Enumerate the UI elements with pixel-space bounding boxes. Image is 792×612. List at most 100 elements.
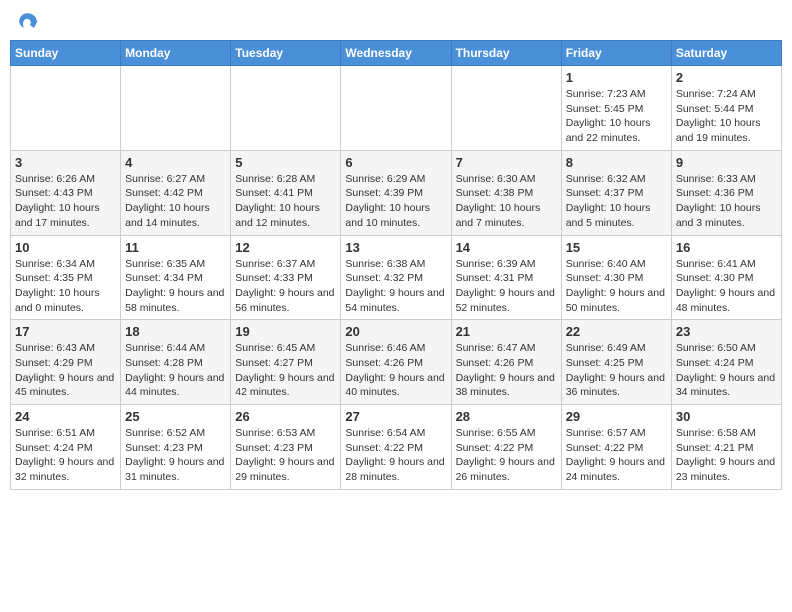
day-info: Sunrise: 6:41 AM Sunset: 4:30 PM Dayligh…	[676, 257, 777, 316]
calendar-cell: 29 Sunrise: 6:57 AM Sunset: 4:22 PM Dayli…	[561, 405, 671, 490]
calendar-table: SundayMondayTuesdayWednesdayThursdayFrid…	[10, 40, 782, 490]
calendar-cell: 20Sunrise: 6:46 AM Sunset: 4:26 PM Dayli…	[341, 320, 451, 405]
calendar-cell: 9 Sunrise: 6:33 AM Sunset: 4:36 PM Daylig…	[671, 150, 781, 235]
day-number: 29	[566, 409, 667, 424]
day-info: Sunrise: 6:37 AM Sunset: 4:33 PM Dayligh…	[235, 257, 336, 316]
day-info: Sunrise: 6:57 AM Sunset: 4:22 PM Dayligh…	[566, 426, 667, 485]
day-number: 26	[235, 409, 336, 424]
day-number: 30	[676, 409, 777, 424]
day-number: 2	[676, 70, 777, 85]
day-number: 8	[566, 155, 667, 170]
calendar-header-saturday: Saturday	[671, 41, 781, 66]
day-number: 6	[345, 155, 446, 170]
day-info: Sunrise: 6:45 AM Sunset: 4:27 PM Dayligh…	[235, 341, 336, 400]
calendar-cell: 14 Sunrise: 6:39 AM Sunset: 4:31 PM Dayli…	[451, 235, 561, 320]
day-number: 10	[15, 240, 116, 255]
day-number: 24	[15, 409, 116, 424]
day-info: Sunrise: 6:26 AM Sunset: 4:43 PM Dayligh…	[15, 172, 116, 231]
calendar-cell	[11, 66, 121, 151]
logo-icon	[10, 10, 38, 32]
day-number: 25	[125, 409, 226, 424]
day-info: Sunrise: 6:28 AM Sunset: 4:41 PM Dayligh…	[235, 172, 336, 231]
day-info: Sunrise: 6:50 AM Sunset: 4:24 PM Dayligh…	[676, 341, 777, 400]
day-info: Sunrise: 6:52 AM Sunset: 4:23 PM Dayligh…	[125, 426, 226, 485]
day-info: Sunrise: 6:38 AM Sunset: 4:32 PM Dayligh…	[345, 257, 446, 316]
day-info: Sunrise: 7:24 AM Sunset: 5:44 PM Dayligh…	[676, 87, 777, 146]
day-info: Sunrise: 6:27 AM Sunset: 4:42 PM Dayligh…	[125, 172, 226, 231]
day-info: Sunrise: 6:32 AM Sunset: 4:37 PM Dayligh…	[566, 172, 667, 231]
day-info: Sunrise: 6:54 AM Sunset: 4:22 PM Dayligh…	[345, 426, 446, 485]
day-number: 12	[235, 240, 336, 255]
calendar-header-tuesday: Tuesday	[231, 41, 341, 66]
calendar-cell: 1 Sunrise: 7:23 AM Sunset: 5:45 PM Daylig…	[561, 66, 671, 151]
calendar-header-wednesday: Wednesday	[341, 41, 451, 66]
calendar-cell: 18Sunrise: 6:44 AM Sunset: 4:28 PM Dayli…	[121, 320, 231, 405]
page-header	[10, 10, 782, 32]
calendar-cell: 22 Sunrise: 6:49 AM Sunset: 4:25 PM Dayli…	[561, 320, 671, 405]
day-number: 23	[676, 324, 777, 339]
calendar-cell: 5 Sunrise: 6:28 AM Sunset: 4:41 PM Daylig…	[231, 150, 341, 235]
day-info: Sunrise: 6:39 AM Sunset: 4:31 PM Dayligh…	[456, 257, 557, 316]
calendar-header-monday: Monday	[121, 41, 231, 66]
day-number: 17	[15, 324, 116, 339]
day-number: 4	[125, 155, 226, 170]
calendar-cell: 3Sunrise: 6:26 AM Sunset: 4:43 PM Daylig…	[11, 150, 121, 235]
day-number: 1	[566, 70, 667, 85]
day-number: 28	[456, 409, 557, 424]
calendar-week-3: 17 Sunrise: 6:43 AM Sunset: 4:29 PM Dayli…	[11, 320, 782, 405]
day-number: 16	[676, 240, 777, 255]
calendar-cell: 11Sunrise: 6:35 AM Sunset: 4:34 PM Dayli…	[121, 235, 231, 320]
calendar-cell: 6 Sunrise: 6:29 AM Sunset: 4:39 PM Daylig…	[341, 150, 451, 235]
day-number: 22	[566, 324, 667, 339]
calendar-cell	[341, 66, 451, 151]
day-number: 19	[235, 324, 336, 339]
calendar-cell: 2 Sunrise: 7:24 AM Sunset: 5:44 PM Daylig…	[671, 66, 781, 151]
calendar-cell: 25 Sunrise: 6:52 AM Sunset: 4:23 PM Dayli…	[121, 405, 231, 490]
calendar-cell	[451, 66, 561, 151]
day-number: 27	[345, 409, 446, 424]
calendar-cell: 12 Sunrise: 6:37 AM Sunset: 4:33 PM Dayli…	[231, 235, 341, 320]
calendar-header-thursday: Thursday	[451, 41, 561, 66]
day-info: Sunrise: 6:43 AM Sunset: 4:29 PM Dayligh…	[15, 341, 116, 400]
calendar-cell: 13 Sunrise: 6:38 AM Sunset: 4:32 PM Dayli…	[341, 235, 451, 320]
calendar-cell: 23 Sunrise: 6:50 AM Sunset: 4:24 PM Dayli…	[671, 320, 781, 405]
calendar-cell: 28 Sunrise: 6:55 AM Sunset: 4:22 PM Dayli…	[451, 405, 561, 490]
day-info: Sunrise: 6:51 AM Sunset: 4:24 PM Dayligh…	[15, 426, 116, 485]
day-info: Sunrise: 6:49 AM Sunset: 4:25 PM Dayligh…	[566, 341, 667, 400]
day-info: Sunrise: 6:53 AM Sunset: 4:23 PM Dayligh…	[235, 426, 336, 485]
day-number: 18	[125, 324, 226, 339]
calendar-cell: 8 Sunrise: 6:32 AM Sunset: 4:37 PM Daylig…	[561, 150, 671, 235]
day-info: Sunrise: 6:55 AM Sunset: 4:22 PM Dayligh…	[456, 426, 557, 485]
calendar-week-2: 10 Sunrise: 6:34 AM Sunset: 4:35 PM Dayli…	[11, 235, 782, 320]
day-info: Sunrise: 6:33 AM Sunset: 4:36 PM Dayligh…	[676, 172, 777, 231]
day-number: 13	[345, 240, 446, 255]
day-number: 11	[125, 240, 226, 255]
day-number: 9	[676, 155, 777, 170]
calendar-header-sunday: Sunday	[11, 41, 121, 66]
calendar-cell: 24 Sunrise: 6:51 AM Sunset: 4:24 PM Dayli…	[11, 405, 121, 490]
calendar-cell: 15 Sunrise: 6:40 AM Sunset: 4:30 PM Dayli…	[561, 235, 671, 320]
day-number: 21	[456, 324, 557, 339]
day-info: Sunrise: 6:40 AM Sunset: 4:30 PM Dayligh…	[566, 257, 667, 316]
day-number: 14	[456, 240, 557, 255]
calendar-cell: 27 Sunrise: 6:54 AM Sunset: 4:22 PM Dayli…	[341, 405, 451, 490]
calendar-header-row: SundayMondayTuesdayWednesdayThursdayFrid…	[11, 41, 782, 66]
calendar-cell	[231, 66, 341, 151]
calendar-header-friday: Friday	[561, 41, 671, 66]
day-info: Sunrise: 6:34 AM Sunset: 4:35 PM Dayligh…	[15, 257, 116, 316]
day-info: Sunrise: 6:30 AM Sunset: 4:38 PM Dayligh…	[456, 172, 557, 231]
day-info: Sunrise: 6:29 AM Sunset: 4:39 PM Dayligh…	[345, 172, 446, 231]
calendar-cell: 4 Sunrise: 6:27 AM Sunset: 4:42 PM Daylig…	[121, 150, 231, 235]
calendar-week-1: 3Sunrise: 6:26 AM Sunset: 4:43 PM Daylig…	[11, 150, 782, 235]
day-info: Sunrise: 6:46 AM Sunset: 4:26 PM Dayligh…	[345, 341, 446, 400]
calendar-body: 1 Sunrise: 7:23 AM Sunset: 5:45 PM Daylig…	[11, 66, 782, 490]
day-info: Sunrise: 7:23 AM Sunset: 5:45 PM Dayligh…	[566, 87, 667, 146]
calendar-week-0: 1 Sunrise: 7:23 AM Sunset: 5:45 PM Daylig…	[11, 66, 782, 151]
day-info: Sunrise: 6:58 AM Sunset: 4:21 PM Dayligh…	[676, 426, 777, 485]
day-number: 15	[566, 240, 667, 255]
calendar-week-4: 24 Sunrise: 6:51 AM Sunset: 4:24 PM Dayli…	[11, 405, 782, 490]
calendar-cell: 30 Sunrise: 6:58 AM Sunset: 4:21 PM Dayli…	[671, 405, 781, 490]
day-number: 5	[235, 155, 336, 170]
calendar-cell: 26 Sunrise: 6:53 AM Sunset: 4:23 PM Dayli…	[231, 405, 341, 490]
day-number: 7	[456, 155, 557, 170]
